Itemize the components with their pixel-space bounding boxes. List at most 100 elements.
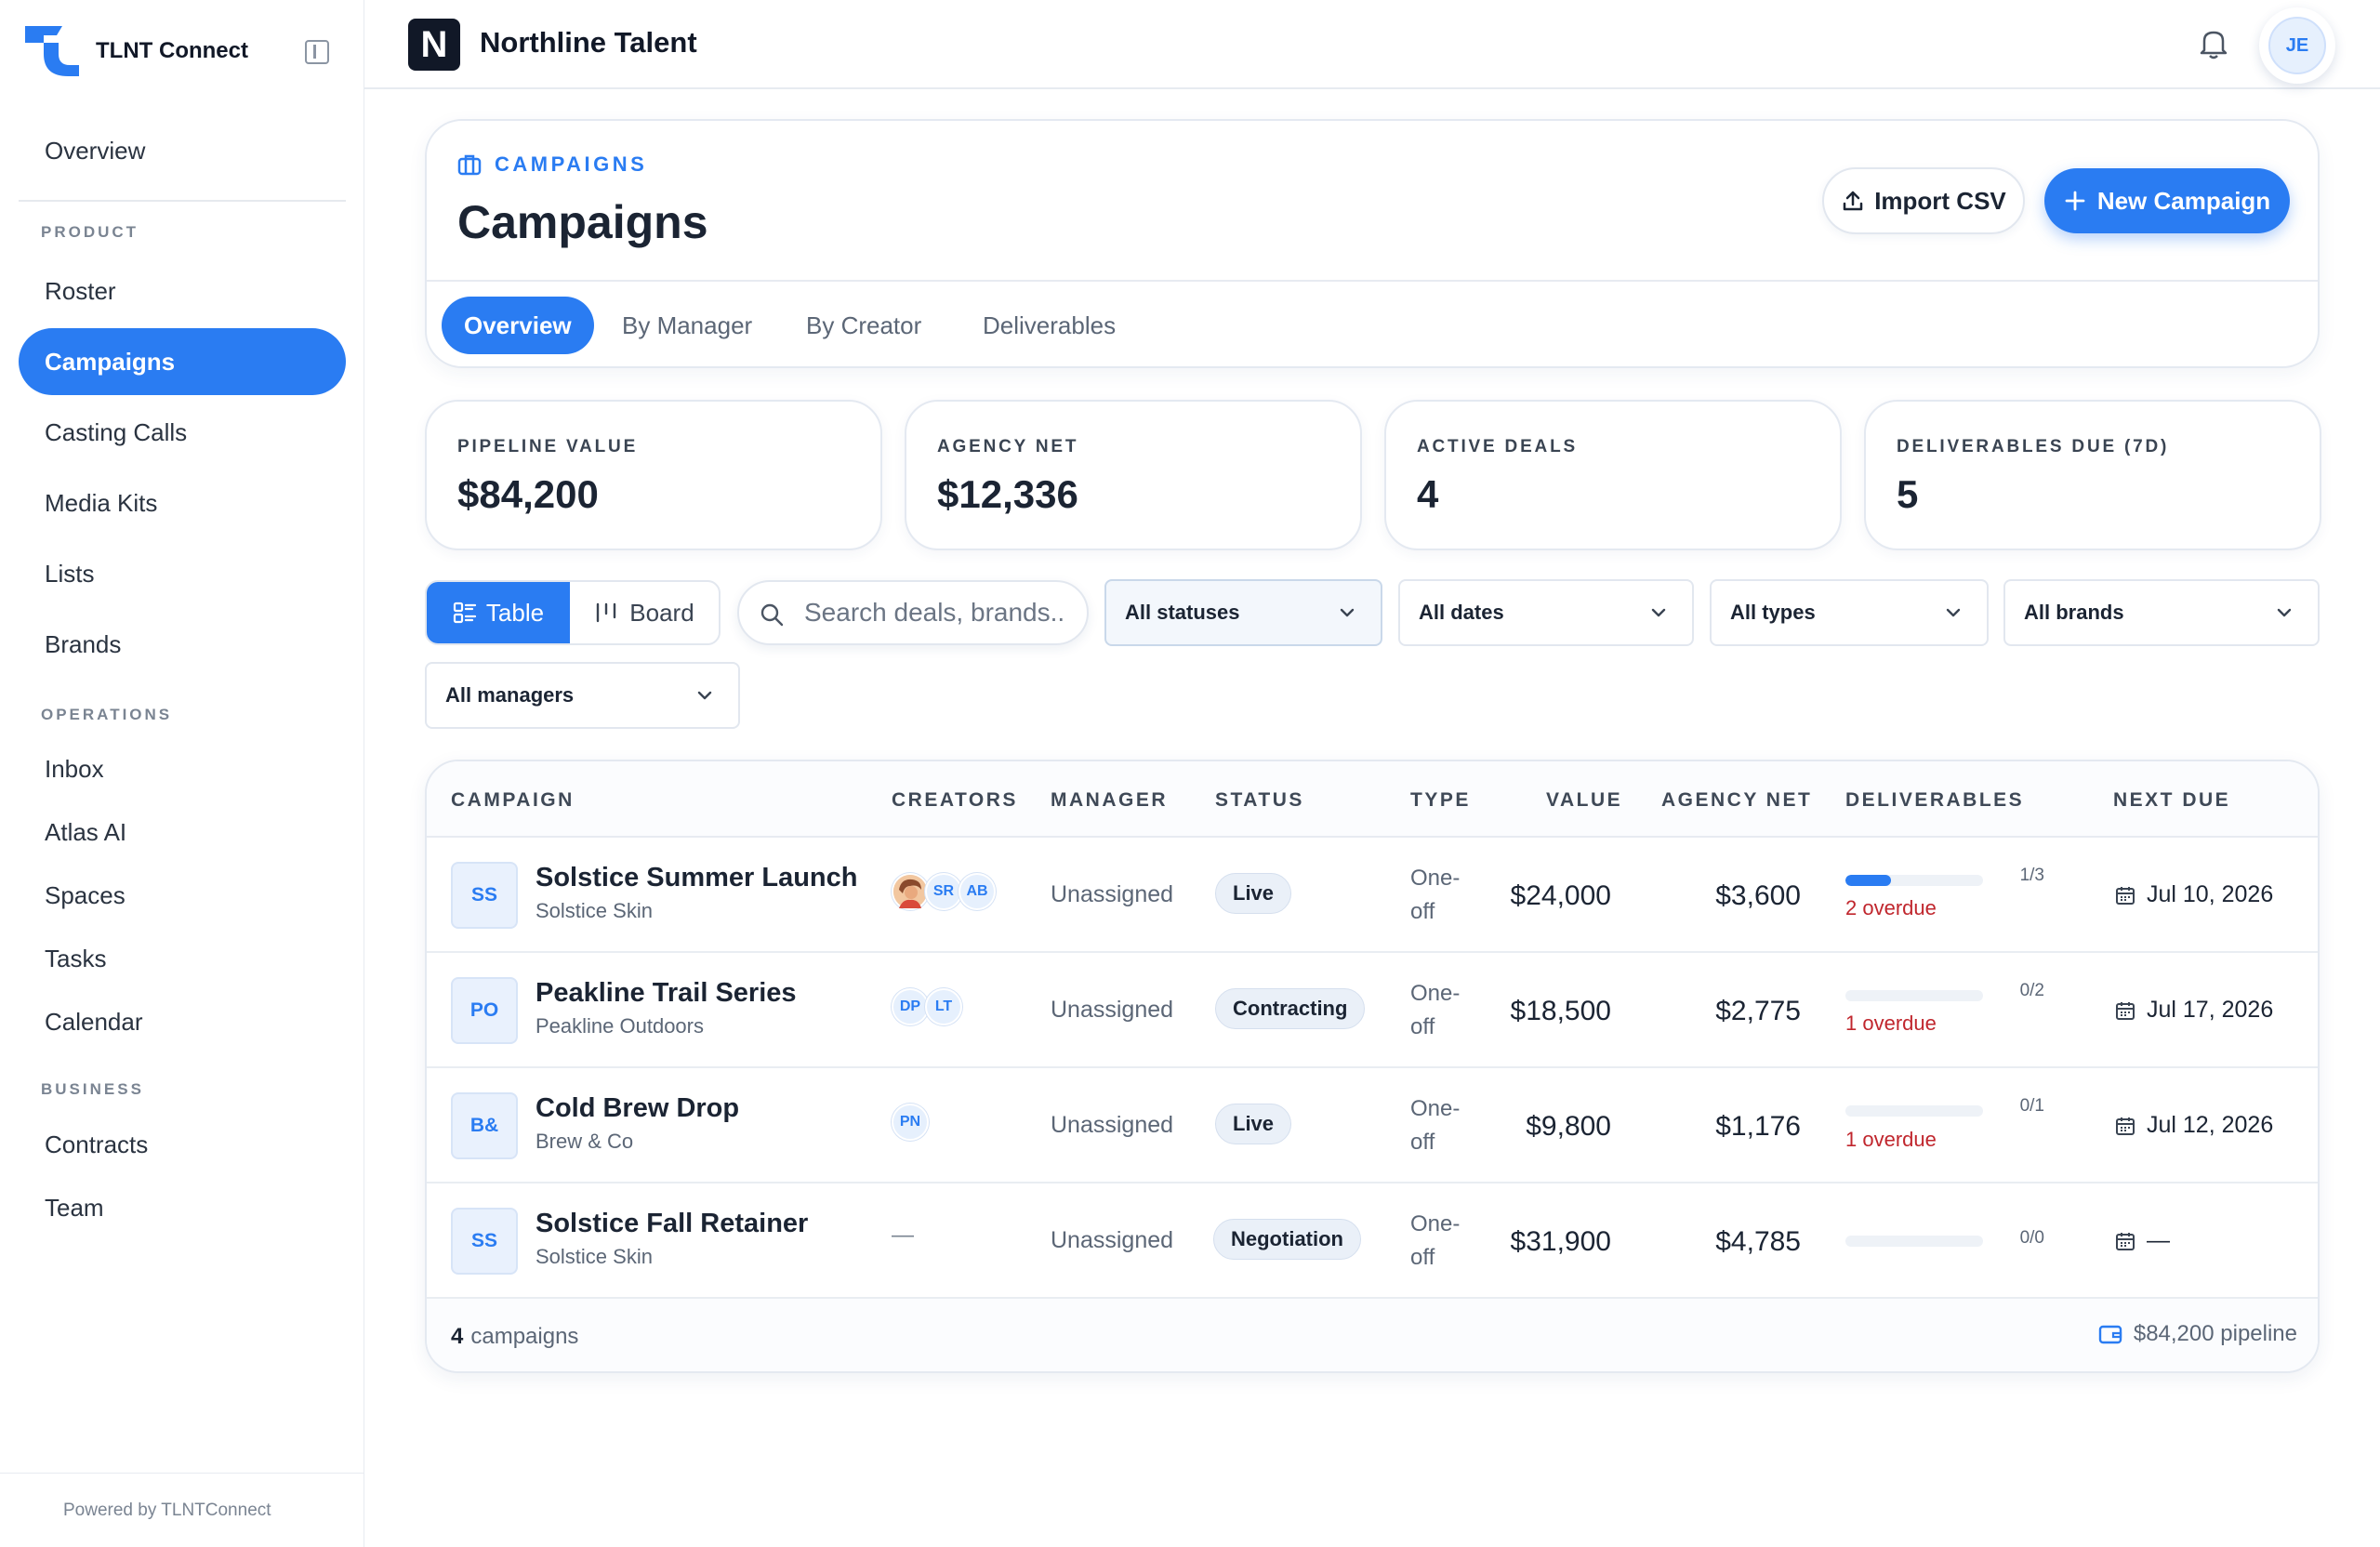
tab-deliverables[interactable]: Deliverables (960, 297, 1138, 354)
overdue-label[interactable]: 1 overdue (1845, 1128, 1937, 1152)
calendar-icon (2116, 886, 2135, 905)
status-badge: Live (1215, 1104, 1292, 1144)
campaign-brand: Peakline Outdoors (536, 1014, 704, 1038)
sidebar-item-brands[interactable]: Brands (19, 611, 346, 678)
column-header-status[interactable]: STATUS (1215, 789, 1304, 812)
column-header-deliverables[interactable]: DELIVERABLES (1845, 789, 2024, 812)
creator-avatar[interactable]: PN (892, 1104, 929, 1141)
campaign-initials: B& (451, 1092, 518, 1159)
table-row[interactable]: SS Solstice Fall Retainer Solstice Skin … (427, 1183, 2318, 1299)
types-filter-select[interactable]: All types (1710, 579, 1989, 646)
campaign-name[interactable]: Cold Brew Drop (536, 1093, 739, 1124)
campaign-type: One-off (1410, 1092, 1460, 1159)
sidebar-item-atlas-ai[interactable]: Atlas AI (19, 799, 346, 866)
next-due-date: Jul 10, 2026 (2147, 881, 2274, 907)
campaign-count-label: campaigns (470, 1324, 579, 1349)
column-header-agency-net[interactable]: AGENCY NET (1661, 789, 1812, 812)
brand-name: TLNT Connect (96, 38, 248, 63)
manager-name: Unassigned (1051, 1112, 1174, 1138)
page-eyebrow: CAMPAIGNS (457, 152, 647, 177)
status-badge: Negotiation (1213, 1219, 1361, 1260)
brands-filter-value: All brands (2024, 601, 2124, 624)
sidebar-item-overview[interactable]: Overview (19, 117, 346, 184)
sidebar-item-media-kits[interactable]: Media Kits (19, 469, 346, 536)
tab-by-creator[interactable]: By Creator (784, 297, 944, 354)
campaigns-table: CAMPAIGN CREATORS MANAGER STATUS TYPE VA… (425, 760, 2320, 1373)
view-table-button[interactable]: Table (427, 582, 570, 643)
brand[interactable]: TLNT Connect (25, 26, 248, 76)
next-due-date: — (2147, 1227, 2170, 1253)
overdue-label[interactable]: 2 overdue (1845, 896, 1937, 920)
campaign-type: One-off (1410, 977, 1460, 1044)
column-header-type[interactable]: TYPE (1410, 789, 1471, 812)
sidebar-section-business: BUSINESS (41, 1080, 144, 1098)
column-header-campaign[interactable]: CAMPAIGN (451, 789, 575, 812)
sidebar-item-inbox[interactable]: Inbox (19, 735, 346, 802)
overdue-label[interactable]: 1 overdue (1845, 1012, 1937, 1036)
deliverables-count: 0/2 (2019, 981, 2044, 1000)
column-header-creators[interactable]: CREATORS (892, 789, 1018, 812)
view-board-button[interactable]: Board (570, 582, 719, 643)
next-due: Jul 12, 2026 (2115, 1112, 2273, 1139)
deal-value: $9,800 (1526, 1111, 1611, 1142)
tab-by-manager[interactable]: By Manager (600, 297, 774, 354)
managers-filter-select[interactable]: All managers (425, 662, 740, 729)
creator-avatar[interactable]: LT (925, 988, 962, 1025)
user-avatar[interactable]: JE (2259, 7, 2335, 84)
sidebar-item-contracts[interactable]: Contracts (19, 1111, 346, 1178)
column-header-manager[interactable]: MANAGER (1051, 789, 1168, 812)
campaign-type-line: off (1410, 899, 1435, 924)
bell-icon[interactable] (2199, 28, 2228, 60)
topbar: N Northline Talent (364, 0, 2380, 89)
pipeline-summary: $84,200 pipeline (2098, 1321, 2297, 1347)
creators-empty: — (892, 1223, 914, 1248)
tab-overview[interactable]: Overview (442, 297, 594, 354)
new-campaign-label: New Campaign (2096, 186, 2271, 215)
sidebar-item-calendar[interactable]: Calendar (19, 988, 346, 1055)
creator-avatar[interactable]: DP (892, 988, 929, 1025)
table-row[interactable]: SS Solstice Summer Launch Solstice Skin … (427, 838, 2318, 953)
org-logo[interactable]: N (408, 19, 460, 71)
table-row[interactable]: B& Cold Brew Drop Brew & Co PN Unassigne… (427, 1068, 2318, 1183)
creator-avatar[interactable]: SR (925, 873, 962, 910)
import-csv-button[interactable]: Import CSV (1822, 167, 2025, 234)
stat-value: 4 (1417, 472, 1439, 516)
table-header: CAMPAIGN CREATORS MANAGER STATUS TYPE VA… (427, 761, 2318, 838)
wallet-icon (2098, 1325, 2122, 1344)
new-campaign-button[interactable]: New Campaign (2044, 168, 2290, 233)
campaign-initials: SS (451, 1208, 518, 1275)
next-due: Jul 17, 2026 (2115, 997, 2273, 1024)
collapse-sidebar-icon[interactable] (305, 40, 329, 64)
campaign-name[interactable]: Peakline Trail Series (536, 978, 797, 1009)
creator-avatars: DP LT (892, 988, 962, 1029)
creator-avatars: PN (892, 1104, 929, 1144)
sidebar: TLNT Connect Overview PRODUCT Roster Cam… (0, 0, 364, 1547)
sidebar-item-campaigns[interactable]: Campaigns (19, 328, 346, 395)
stat-label: ACTIVE DEALS (1417, 437, 1578, 456)
campaign-name[interactable]: Solstice Summer Launch (536, 863, 858, 893)
campaign-name[interactable]: Solstice Fall Retainer (536, 1209, 808, 1239)
sidebar-section-operations: OPERATIONS (41, 706, 173, 723)
deal-value: $18,500 (1510, 996, 1611, 1026)
sidebar-item-roster[interactable]: Roster (19, 258, 346, 324)
column-header-value[interactable]: VALUE (1546, 789, 1622, 812)
creator-photo-avatar[interactable] (892, 873, 929, 910)
stat-label: PIPELINE VALUE (457, 437, 639, 456)
sidebar-item-team[interactable]: Team (19, 1174, 346, 1241)
dates-filter-select[interactable]: All dates (1398, 579, 1694, 646)
sidebar-item-spaces[interactable]: Spaces (19, 862, 346, 929)
sidebar-item-casting-calls[interactable]: Casting Calls (19, 399, 346, 466)
creator-avatar[interactable]: AB (959, 873, 996, 910)
deliverables-progress-fill (1845, 875, 1891, 886)
search-input[interactable]: Search deals, brands.. (737, 580, 1089, 645)
briefcase-icon (457, 154, 482, 176)
column-header-next-due[interactable]: NEXT DUE (2113, 789, 2230, 812)
campaign-type-line: One- (1410, 1096, 1461, 1121)
brands-filter-select[interactable]: All brands (2003, 579, 2320, 646)
status-filter-select[interactable]: All statuses (1104, 579, 1382, 646)
sidebar-item-tasks[interactable]: Tasks (19, 925, 346, 992)
calendar-icon (2116, 1001, 2135, 1020)
view-toggle: Table Board (425, 580, 721, 645)
table-row[interactable]: PO Peakline Trail Series Peakline Outdoo… (427, 953, 2318, 1068)
sidebar-item-lists[interactable]: Lists (19, 540, 346, 607)
